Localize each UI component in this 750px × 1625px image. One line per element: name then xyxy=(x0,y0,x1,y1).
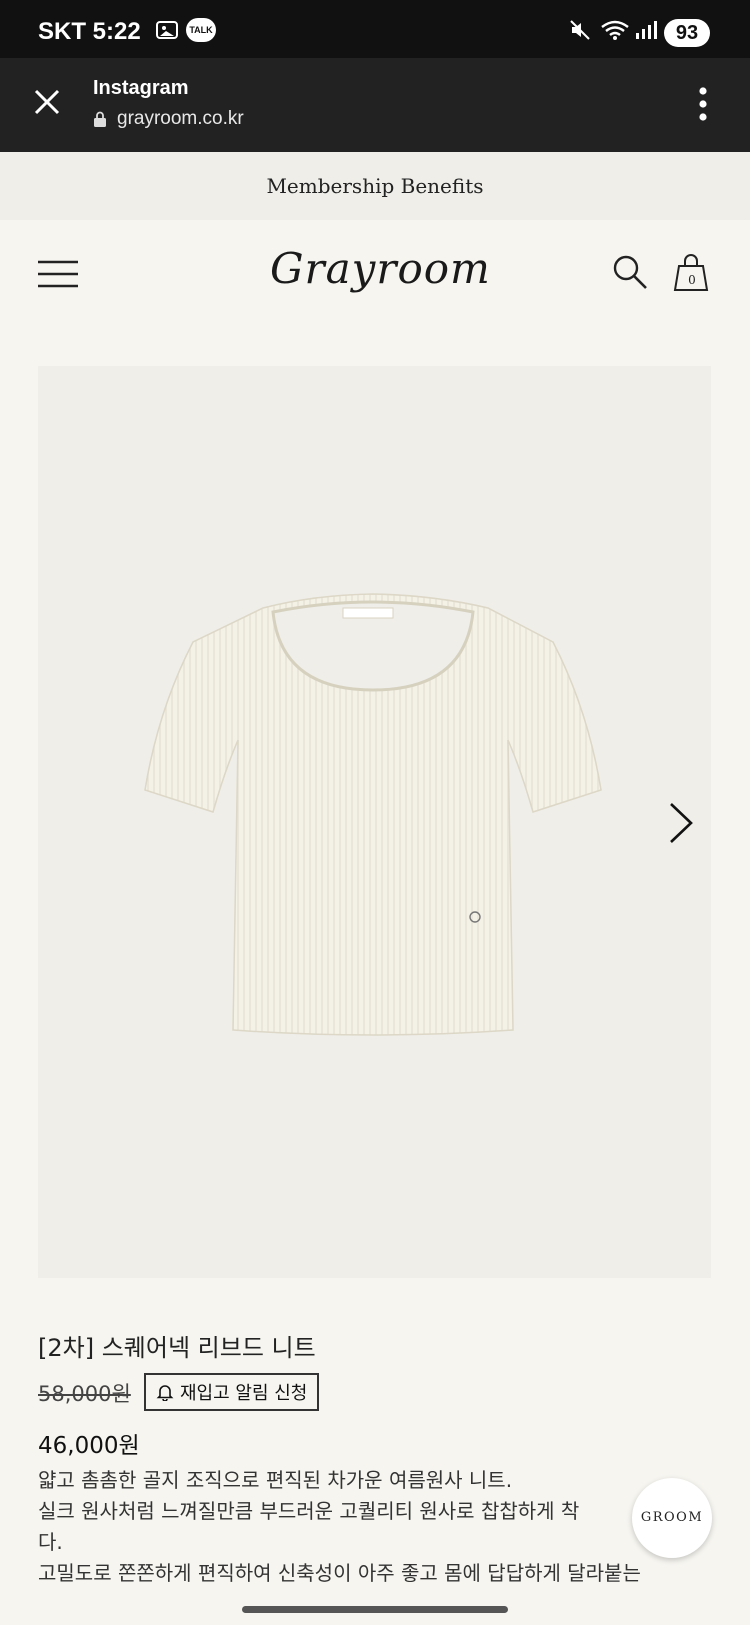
description-line: 다. xyxy=(38,1530,63,1554)
search-icon[interactable] xyxy=(612,254,648,290)
browser-title: Instagram xyxy=(93,77,189,99)
status-bar: SKT 5:22 TALK 93 xyxy=(0,0,750,58)
product-photo-ribbed-knit xyxy=(144,593,602,1036)
kakaotalk-icon: TALK xyxy=(186,18,216,42)
original-price: 58,000원 xyxy=(38,1382,131,1406)
browser-url[interactable]: grayroom.co.kr xyxy=(117,108,244,130)
in-app-browser-bar: Instagram grayroom.co.kr xyxy=(0,58,750,152)
bell-icon xyxy=(156,1385,174,1401)
clock: 5:22 xyxy=(92,18,141,45)
status-carrier-time: SKT 5:22 xyxy=(38,18,141,46)
description-line: 실크 원사처럼 느껴질만큼 부드러운 고퀄리티 원사로 찹찹하게 착 xyxy=(38,1499,580,1523)
product-description: 얇고 촘촘한 골지 조직으로 편직된 차가운 여름원사 니트. 실크 원사처럼 … xyxy=(38,1465,710,1589)
close-icon[interactable] xyxy=(32,87,62,117)
groom-floating-button[interactable]: GROOM xyxy=(632,1478,712,1558)
product-image-carousel[interactable] xyxy=(38,366,711,1278)
more-vertical-icon[interactable] xyxy=(690,84,716,124)
next-image-arrow-icon[interactable] xyxy=(665,800,695,846)
product-name: [2차] 스퀘어넥 리브드 니트 xyxy=(38,1334,316,1362)
membership-benefits-banner[interactable]: Membership Benefits xyxy=(0,152,750,220)
description-line: 고밀도로 쫀쫀하게 편직하여 신축성이 아주 좋고 몸에 답답하게 달라붙는 xyxy=(38,1561,641,1585)
signal-icon xyxy=(636,21,657,39)
battery-indicator: 93 xyxy=(664,19,710,47)
gallery-icon xyxy=(156,21,178,39)
gesture-nav-handle[interactable] xyxy=(242,1606,508,1613)
restock-alert-button[interactable]: 재입고 알림 신청 xyxy=(144,1373,320,1411)
cart-count: 0 xyxy=(688,273,696,287)
carrier-label: SKT xyxy=(38,18,86,45)
wifi-icon xyxy=(601,20,629,40)
description-line: 얇고 촘촘한 골지 조직으로 편직된 차가운 여름원사 니트. xyxy=(38,1468,513,1492)
lock-icon xyxy=(94,111,106,127)
restock-alert-label: 재입고 알림 신청 xyxy=(180,1383,308,1404)
sale-price: 46,000원 xyxy=(38,1433,140,1459)
mute-icon xyxy=(570,20,590,40)
hamburger-menu-icon[interactable] xyxy=(38,258,78,290)
site-logo[interactable]: Grayroom xyxy=(270,244,490,314)
